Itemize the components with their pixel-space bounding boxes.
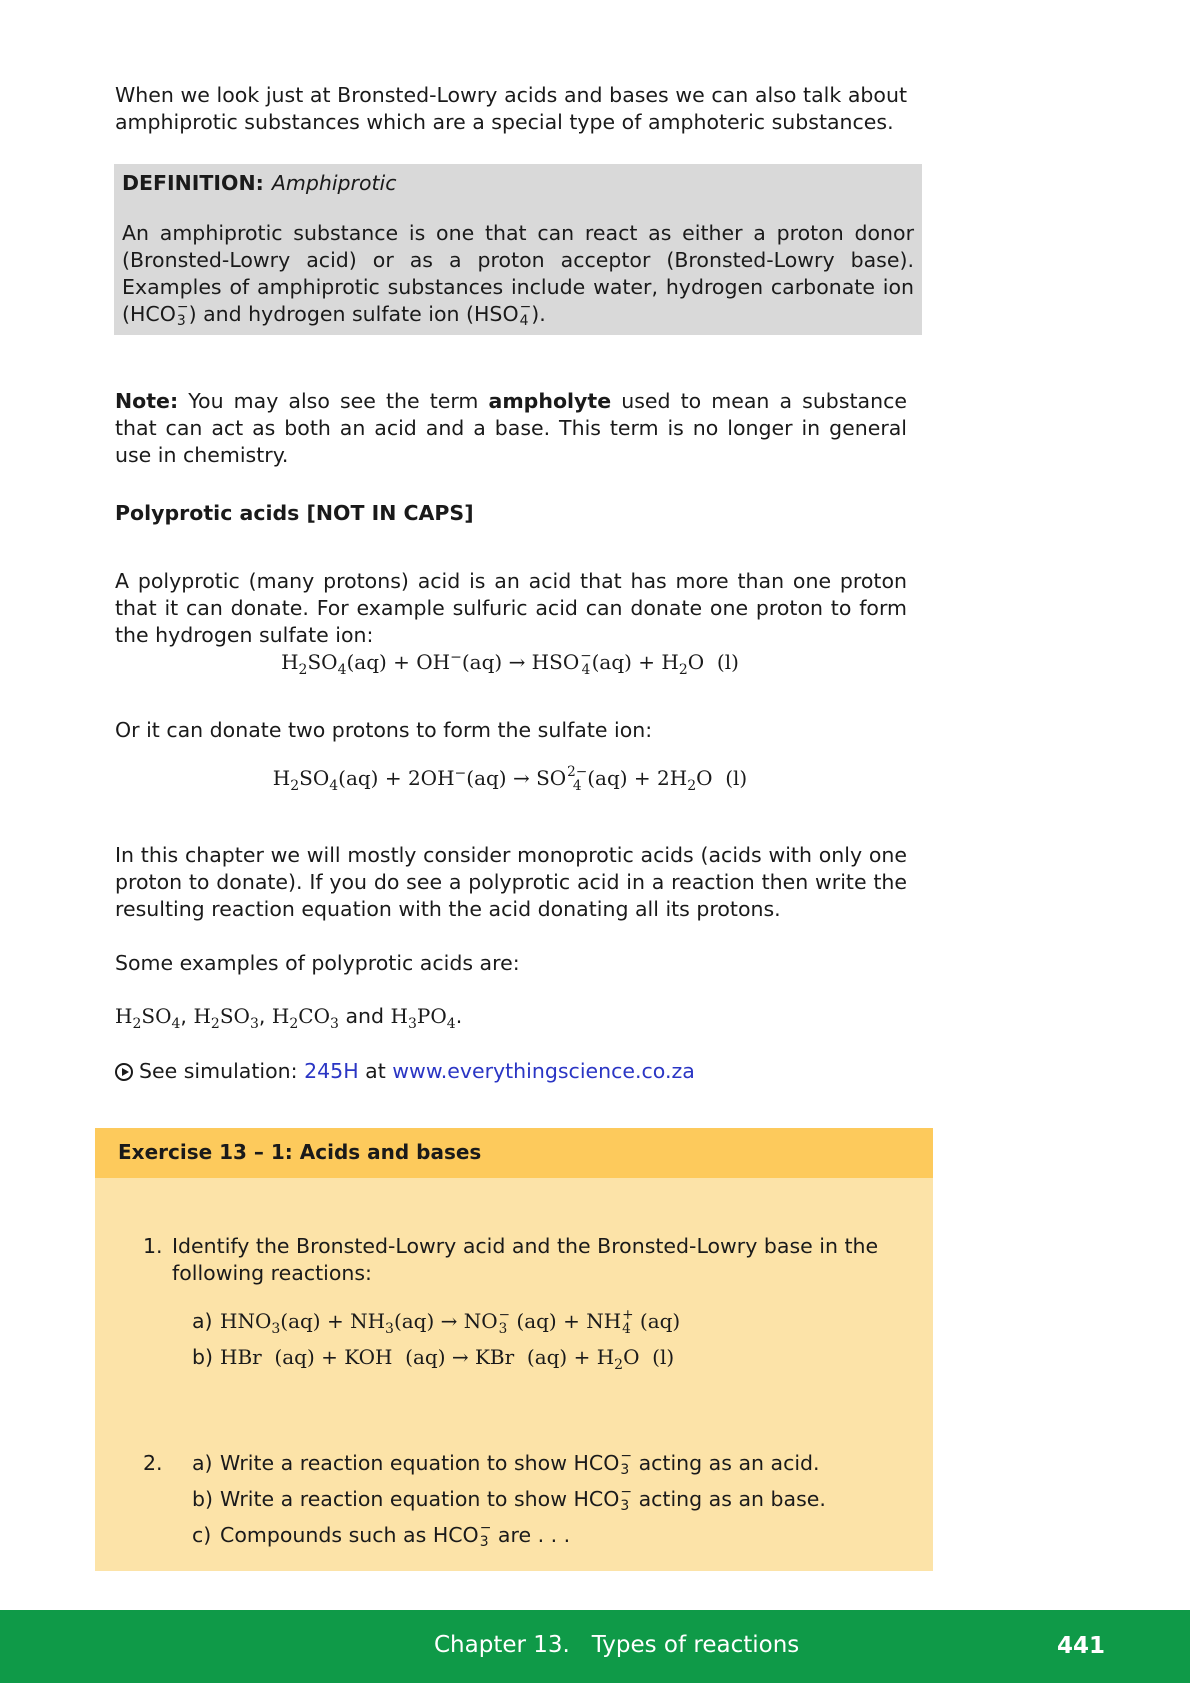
formula-hso4-minus: HSO −4 [474, 299, 532, 329]
question-2a: a) Write a reaction equation to show HCO −… [192, 1448, 820, 1478]
play-icon [115, 1063, 133, 1081]
exercise-box: Exercise 13 – 1: Acids and bases 1. Iden… [95, 1128, 933, 1571]
formula-h2so4: H2SO4 [115, 1004, 181, 1032]
definition-body: An amphiprotic substance is one that can… [122, 220, 914, 329]
definition-label: DEFINITION: [122, 171, 264, 195]
chapter-title: Chapter 13. Types of reactions [434, 1632, 800, 1658]
definition-term: Amphiprotic [271, 171, 397, 195]
simulation-link-row: See simulation: 245H at www.everythingsc… [115, 1058, 695, 1085]
formula-hco3-minus: HCO −3 [573, 1484, 633, 1514]
equation-one-proton: H2SO4(aq) + OH−(aq) → HSO −4 (aq) + H2O (l… [281, 648, 739, 679]
exercise-header: Exercise 13 – 1: Acids and bases [95, 1128, 933, 1178]
textbook-page: When we look just at Bronsted-Lowry acid… [0, 0, 1190, 1683]
two-protons-paragraph: Or it can donate two protons to form the… [115, 718, 653, 742]
simulation-code-link[interactable]: 245H [304, 1059, 359, 1083]
note-text: You may also see the term [188, 389, 479, 413]
sub-label: b) [192, 1487, 214, 1511]
question-text: acting as an acid. [638, 1451, 820, 1475]
intro-paragraph: When we look just at Bronsted-Lowry acid… [115, 83, 907, 134]
formula-hco3-minus: HCO −3 [573, 1448, 633, 1478]
question-number: 1. [143, 1234, 163, 1258]
website-link[interactable]: www.everythingscience.co.za [392, 1059, 695, 1083]
sub-label: a) [192, 1309, 213, 1333]
section-heading: Polyprotic acids [NOT IN CAPS] [115, 501, 474, 525]
simulation-at: at [365, 1059, 386, 1083]
question-text: Write a reaction equation to show [220, 1451, 567, 1475]
definition-body-text: ) and hydrogen sulfate ion ( [188, 302, 475, 326]
question-text: are . . . [497, 1523, 571, 1547]
formula-h3po4: H3PO4 [390, 1004, 456, 1032]
question-text: Identify the Bronsted-Lowry acid and the… [172, 1234, 879, 1285]
formula-hco3-minus: HCO −3 [130, 299, 189, 329]
definition-heading: DEFINITION: Amphiprotic [122, 168, 397, 198]
question-1a: a) HNO3(aq) + NH3(aq) → NO −3 (aq) + NH +4 … [192, 1308, 680, 1336]
sub-label: b) [192, 1345, 214, 1369]
question-text: acting as an base. [638, 1487, 826, 1511]
page-number: 441 [1057, 1633, 1106, 1659]
question-2b: b) Write a reaction equation to show HCO −… [192, 1484, 826, 1514]
page-footer: Chapter 13. Types of reactions 441 [0, 1610, 1190, 1683]
formula-h2so3: H2SO3 [193, 1004, 259, 1032]
and-word: and [345, 1004, 385, 1028]
question-1b: b) HBr (aq) + KOH (aq) → KBr (aq) + H2O (… [192, 1344, 675, 1373]
examples-intro: Some examples of polyprotic acids are: [115, 951, 520, 975]
simulation-label: See simulation: [139, 1059, 298, 1083]
question-number: 2. [143, 1451, 163, 1475]
formula-h2co3: H2CO3 [271, 1004, 339, 1032]
sub-label: a) [192, 1451, 213, 1475]
polyprotic-examples-list: H2SO4, H2SO3, H2CO3 and H3PO4. [115, 1004, 463, 1032]
question-1: 1. Identify the Bronsted-Lowry acid and … [143, 1233, 905, 1287]
definition-box: DEFINITION: Amphiprotic An amphiprotic su… [114, 164, 922, 335]
note-paragraph: Note: You may also see the term ampholyt… [115, 388, 907, 469]
exercise-title: Exercise 13 – 1: Acids and bases [118, 1140, 482, 1164]
equation-two-protons: H2SO4(aq) + 2OH−(aq) → SO 2− 4 (aq) + 2H2O … [272, 764, 748, 795]
question-text: Compounds such as [220, 1523, 427, 1547]
question-2c: c) Compounds such as HCO −3 are . . . [192, 1520, 571, 1550]
note-term: ampholyte [488, 389, 612, 413]
equation-hno3-nh3: HNO3(aq) + NH3(aq) → NO −3 (aq) + NH +4 (a… [220, 1306, 681, 1337]
definition-body-text: ). [531, 302, 546, 326]
formula-hco3-minus: HCO −3 [432, 1520, 492, 1550]
note-label: Note: [115, 389, 179, 413]
sub-label: c) [192, 1523, 212, 1547]
polyprotic-paragraph: A polyprotic (many protons) acid is an a… [115, 569, 907, 647]
monoprotic-paragraph: In this chapter we will mostly consider … [115, 843, 907, 921]
question-text: Write a reaction equation to show [220, 1487, 567, 1511]
equation-hbr-koh: HBr (aq) + KOH (aq) → KBr (aq) + H2O (l) [220, 1345, 675, 1373]
